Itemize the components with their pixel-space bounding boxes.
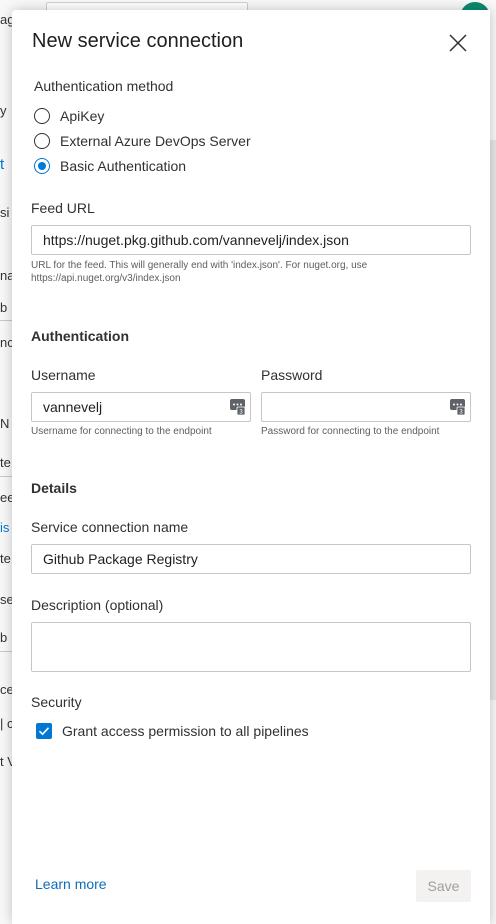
service-connection-name-label: Service connection name: [31, 519, 189, 535]
background-text: te: [0, 551, 11, 566]
description-label: Description (optional): [31, 597, 164, 613]
background-text: y: [0, 103, 7, 118]
radio-button-selected[interactable]: [34, 158, 50, 174]
service-connection-name-input[interactable]: [31, 544, 471, 574]
description-textarea[interactable]: [31, 622, 471, 672]
radio-external-azure-devops[interactable]: External Azure DevOps Server: [34, 131, 251, 151]
security-label: Security: [31, 694, 82, 710]
radio-button[interactable]: [34, 108, 50, 124]
password-hint: Password for connecting to the endpoint: [261, 426, 440, 437]
close-button[interactable]: [445, 30, 471, 56]
background-text: b: [0, 630, 8, 645]
save-button[interactable]: Save: [416, 870, 471, 902]
background-link: is: [0, 520, 10, 535]
radio-label: Basic Authentication: [60, 158, 187, 174]
background-link: t: [0, 156, 5, 173]
dialog-title: New service connection: [32, 30, 244, 52]
background-text: si: [0, 205, 10, 220]
learn-more-link[interactable]: Learn more: [35, 876, 107, 892]
checkmark-icon: [38, 727, 50, 736]
feed-url-label: Feed URL: [31, 200, 95, 216]
username-label: Username: [31, 367, 96, 383]
new-service-connection-dialog: New service connection Authentication me…: [12, 10, 490, 924]
radio-label: External Azure DevOps Server: [60, 133, 251, 149]
feed-url-hint: URL for the feed. This will generally en…: [31, 260, 368, 284]
password-input[interactable]: [261, 392, 471, 422]
grant-access-checkbox[interactable]: [36, 723, 52, 739]
username-hint: Username for connecting to the endpoint: [31, 426, 212, 437]
password-label: Password: [261, 367, 323, 383]
background-text: b: [0, 300, 8, 315]
radio-label: ApiKey: [60, 108, 105, 124]
radio-button[interactable]: [34, 133, 50, 149]
password-manager-icon[interactable]: 3: [450, 399, 465, 415]
authentication-section-title: Authentication: [31, 328, 129, 344]
grant-access-label: Grant access permission to all pipelines: [62, 723, 309, 739]
username-input[interactable]: [31, 392, 251, 422]
background-text: te: [0, 455, 11, 470]
radio-basic-authentication[interactable]: Basic Authentication: [34, 156, 186, 176]
auth-method-label: Authentication method: [34, 78, 174, 94]
background-text: N: [0, 416, 10, 431]
feed-url-input[interactable]: [31, 225, 471, 255]
password-manager-icon[interactable]: 3: [230, 399, 245, 415]
radio-apikey[interactable]: ApiKey: [34, 106, 104, 126]
details-section-title: Details: [31, 480, 77, 496]
close-icon: [449, 34, 467, 52]
